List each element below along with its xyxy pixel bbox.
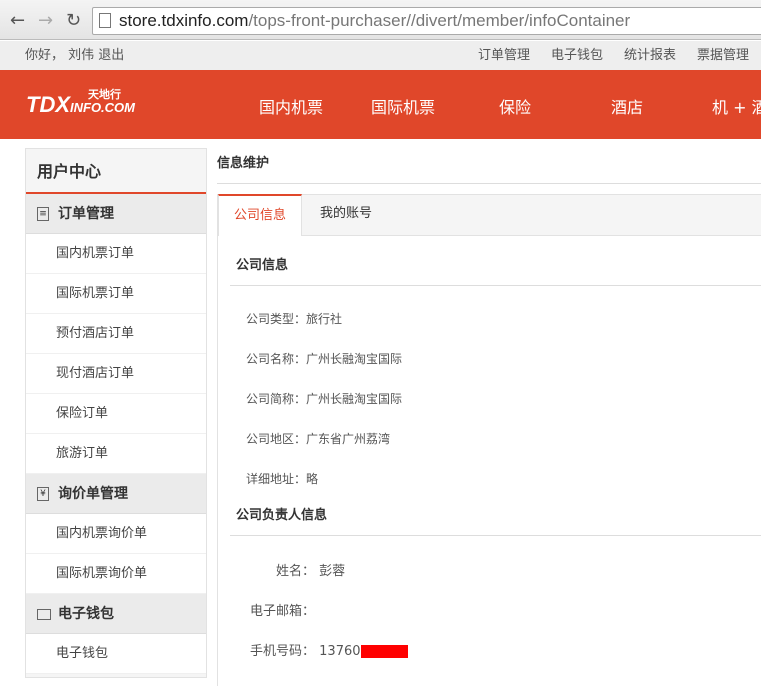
list-icon: ≡	[37, 207, 49, 221]
sidebar-item[interactable]: 电子钱包	[26, 634, 206, 674]
field-contact-name: 姓名： 彭蓉	[276, 564, 346, 579]
main-content: 信息维护 公司信息 我的账号 公司信息 公司类型：旅行社 公司名称：广州长融淘宝…	[217, 148, 761, 686]
sidebar-group-wallet[interactable]: 电子钱包	[26, 594, 206, 634]
forward-icon[interactable]: →	[38, 10, 53, 31]
tab-bar: 公司信息 我的账号	[217, 194, 761, 236]
sidebar-item[interactable]: 国际机票订单	[26, 274, 206, 314]
sidebar-item[interactable]: 保险订单	[26, 394, 206, 434]
nav-intl-flights[interactable]: 国际机票	[371, 94, 435, 118]
back-icon[interactable]: ←	[10, 10, 25, 31]
info-panel: 公司信息 公司类型：旅行社 公司名称：广州长融淘宝国际 公司简称：广州长融淘宝国…	[217, 236, 761, 686]
tab-company-info[interactable]: 公司信息	[218, 194, 303, 236]
header: TDXINFO.COM 天地行 国内机票 国际机票 保险 酒店 机 + 酒	[0, 70, 761, 139]
greeting: 你好， 刘伟 退出	[25, 48, 125, 63]
logo-text: TDX	[26, 92, 70, 117]
top-link-wallet[interactable]: 电子钱包	[551, 41, 603, 70]
field-address: 详细地址：略	[246, 472, 319, 486]
field-company-short: 公司简称：广州长融淘宝国际	[246, 392, 403, 406]
url-host: store.tdxinfo.com	[119, 11, 249, 30]
breadcrumb: 信息维护	[217, 148, 761, 184]
sidebar-item[interactable]: 国际机票询价单	[26, 554, 206, 594]
group-label: 询价单管理	[58, 486, 128, 502]
wallet-icon	[37, 609, 51, 620]
url-path: /tops-front-purchaser//divert/member/inf…	[248, 11, 631, 30]
top-link-orders[interactable]: 订单管理	[478, 41, 530, 70]
sidebar-group-inquiries[interactable]: ¥ 询价单管理	[26, 474, 206, 514]
top-link-reports[interactable]: 统计报表	[624, 41, 676, 70]
reload-icon[interactable]: ↻	[66, 10, 81, 31]
group-label: 电子钱包	[58, 606, 114, 622]
yen-icon: ¥	[37, 487, 49, 501]
logo-small: INFO.COM	[70, 100, 135, 115]
sidebar-title: 用户中心	[26, 149, 206, 194]
redaction-box	[360, 645, 408, 658]
logo-cn: 天地行	[88, 89, 121, 101]
tab-my-account[interactable]: 我的账号	[305, 194, 387, 236]
sidebar-item[interactable]: 国内机票询价单	[26, 514, 206, 554]
top-bar: 你好， 刘伟 退出 订单管理 电子钱包 统计报表 票据管理	[0, 41, 761, 70]
sidebar-item[interactable]: 现付酒店订单	[26, 354, 206, 394]
sidebar-item[interactable]: 国内机票订单	[26, 234, 206, 274]
field-company-name: 公司名称：广州长融淘宝国际	[246, 352, 403, 366]
nav-insurance[interactable]: 保险	[499, 94, 531, 118]
top-link-invoices[interactable]: 票据管理	[697, 41, 749, 70]
page-icon	[99, 13, 111, 28]
field-company-region: 公司地区：广东省广州荔湾	[246, 432, 391, 446]
field-mobile: 手机号码： 13760	[250, 640, 408, 659]
nav-hotel[interactable]: 酒店	[611, 94, 643, 118]
sidebar-item[interactable]: 旅游订单	[26, 434, 206, 474]
sidebar: 用户中心 ≡ 订单管理 国内机票订单 国际机票订单 预付酒店订单 现付酒店订单 保…	[25, 148, 207, 678]
nav-flight-hotel[interactable]: 机 + 酒	[712, 94, 761, 118]
sidebar-item[interactable]: 预付酒店订单	[26, 314, 206, 354]
browser-toolbar: ← → ↻ store.tdxinfo.com/tops-front-purch…	[0, 0, 761, 40]
section-title: 公司信息	[230, 248, 761, 286]
logo[interactable]: TDXINFO.COM 天地行	[26, 89, 135, 118]
section-title: 公司负责人信息	[230, 498, 761, 536]
field-company-type: 公司类型：旅行社	[246, 312, 343, 326]
sidebar-group-orders[interactable]: ≡ 订单管理	[26, 194, 206, 234]
address-bar[interactable]: store.tdxinfo.com/tops-front-purchaser//…	[92, 7, 761, 35]
nav-domestic-flights[interactable]: 国内机票	[259, 94, 323, 118]
group-label: 订单管理	[58, 206, 114, 222]
field-email: 电子邮箱：	[250, 604, 316, 619]
